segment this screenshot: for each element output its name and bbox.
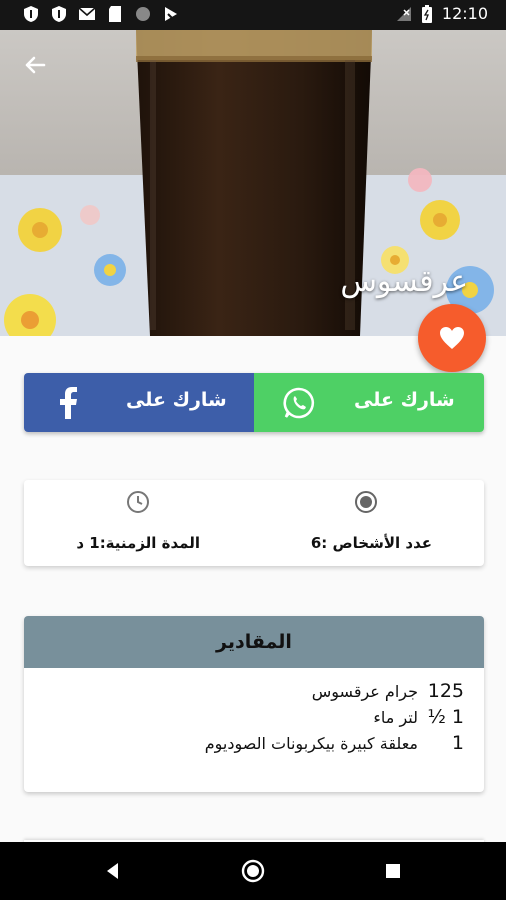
- favorite-button[interactable]: [418, 304, 486, 372]
- home-nav-icon[interactable]: [240, 858, 266, 884]
- ingredient-row: 125 جرام عرقسوس: [205, 678, 464, 704]
- recents-nav-icon[interactable]: [380, 858, 406, 884]
- circle-icon: [136, 7, 150, 21]
- share-bar: شارك على شارك على: [24, 373, 484, 432]
- share-facebook-button[interactable]: شارك على: [24, 373, 254, 432]
- status-icons-right: 12:10: [396, 4, 488, 23]
- feed-icon: [165, 7, 177, 21]
- people-radio-icon: [355, 491, 377, 513]
- clock-icon: [127, 491, 149, 513]
- gmail-icon: [78, 7, 96, 20]
- facebook-icon: [60, 387, 77, 419]
- shield-icon: [24, 6, 38, 22]
- heart-icon: [440, 327, 464, 349]
- no-signal-icon: [396, 6, 411, 21]
- shield-icon: [52, 6, 66, 22]
- ingredient-name: معلقة كبيرة بيكربونات الصوديوم: [204, 733, 418, 753]
- ingredient-quantity: 125: [427, 680, 464, 702]
- status-bar: 12:10: [0, 0, 506, 30]
- ingredients-header: المقادير: [24, 616, 484, 668]
- status-icons-left: [22, 5, 180, 23]
- servings-text: عدد الأشخاص :6: [310, 534, 432, 552]
- sd-card-icon: [109, 6, 121, 22]
- ingredient-quantity: 1: [451, 732, 464, 754]
- system-navigation-bar: [0, 842, 506, 900]
- duration-text: المدة الزمنية:1 د: [76, 534, 200, 552]
- ingredient-name: جرام عرقسوس: [311, 681, 418, 701]
- ingredients-title: المقادير: [216, 631, 292, 653]
- share-whatsapp-label: شارك على: [354, 389, 455, 411]
- ingredient-name: لتر ماء: [373, 707, 418, 727]
- ingredient-quantity: 1 ½: [427, 706, 464, 728]
- status-time: 12:10: [441, 4, 488, 23]
- share-whatsapp-button[interactable]: شارك على: [254, 373, 484, 432]
- recipe-title: عرقسوس: [340, 264, 468, 299]
- ingredient-row: 1 معلقة كبيرة بيكربونات الصوديوم: [205, 730, 464, 756]
- back-arrow-icon[interactable]: [20, 50, 50, 80]
- ingredients-list: 125 جرام عرقسوس 1 ½ لتر ماء 1 معلقة كبير…: [205, 678, 464, 756]
- battery-icon: [421, 4, 432, 23]
- ingredient-row: 1 ½ لتر ماء: [205, 704, 464, 730]
- whatsapp-icon: [283, 387, 315, 419]
- share-facebook-label: شارك على: [126, 389, 227, 411]
- back-nav-icon[interactable]: [100, 858, 126, 884]
- ingredients-card: المقادير 125 جرام عرقسوس 1 ½ لتر ماء 1 م…: [24, 616, 484, 792]
- recipe-info-card: عدد الأشخاص :6 المدة الزمنية:1 د: [24, 480, 484, 566]
